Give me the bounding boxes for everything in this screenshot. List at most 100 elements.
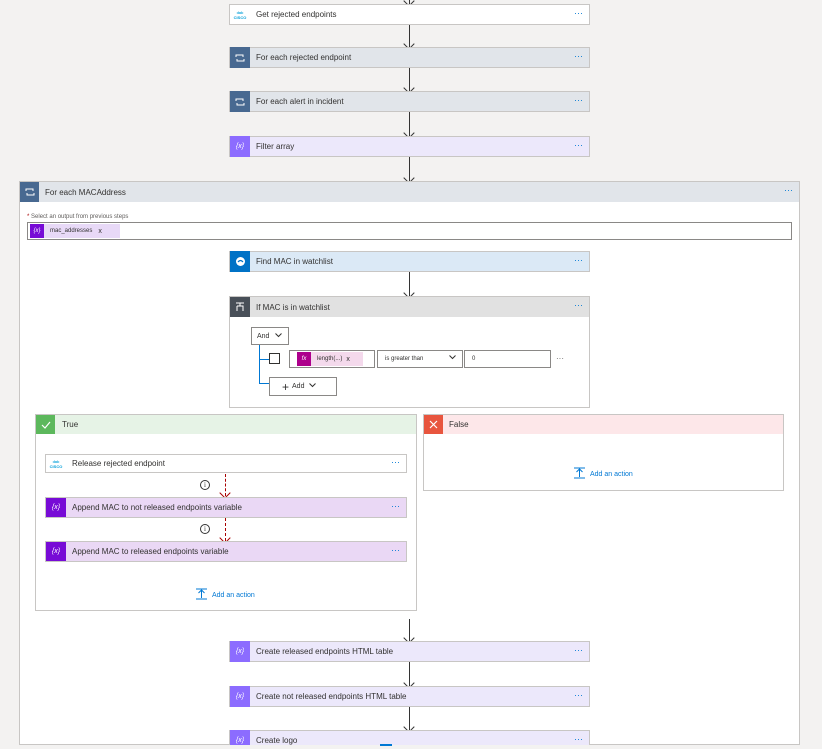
add-action-label: Add an action bbox=[212, 591, 255, 599]
branch-line bbox=[259, 383, 269, 384]
scroll-indicator bbox=[380, 744, 392, 746]
flow-arrow bbox=[409, 112, 410, 136]
and-label: And bbox=[257, 332, 270, 340]
info-icon[interactable]: i bbox=[200, 480, 210, 490]
left-operand-input[interactable]: fx length(...) x bbox=[289, 350, 375, 368]
operator-dropdown[interactable]: is greater than bbox=[377, 350, 463, 368]
more-options-button[interactable]: ··· bbox=[784, 185, 793, 195]
step-for-each-rejected-endpoint[interactable]: For each rejected endpoint ··· bbox=[229, 47, 590, 68]
step-title: Append MAC to released endpoints variabl… bbox=[72, 547, 229, 556]
step-title: For each rejected endpoint bbox=[256, 53, 352, 62]
add-label: Add bbox=[292, 383, 305, 390]
more-options-button[interactable]: ··· bbox=[574, 300, 583, 310]
data-operations-icon: {x} bbox=[230, 686, 250, 707]
step-for-each-alert[interactable]: For each alert in incident ··· bbox=[229, 91, 590, 112]
row-checkbox[interactable] bbox=[269, 353, 280, 364]
sentinel-icon bbox=[230, 251, 250, 272]
more-options-button[interactable]: ··· bbox=[574, 8, 583, 18]
flow-arrow bbox=[409, 272, 410, 296]
data-operations-icon: {x} bbox=[230, 136, 250, 157]
flow-arrow bbox=[409, 68, 410, 91]
more-options-button[interactable]: ··· bbox=[574, 51, 583, 61]
false-branch-header[interactable]: False bbox=[424, 415, 783, 434]
more-options-button[interactable]: ··· bbox=[574, 255, 583, 265]
select-output-input[interactable]: {x} mac_addresses x bbox=[27, 222, 792, 240]
and-dropdown[interactable]: And bbox=[251, 327, 289, 345]
select-output-label: * Select an output from previous steps bbox=[27, 214, 129, 220]
info-icon[interactable]: i bbox=[200, 524, 210, 534]
branch-line bbox=[259, 359, 269, 360]
step-append-not-released[interactable]: {x} Append MAC to not released endpoints… bbox=[45, 497, 407, 518]
chevron-down-icon bbox=[309, 383, 317, 390]
plus-icon: + bbox=[282, 379, 290, 394]
condition-header[interactable]: If MAC is in watchlist ··· bbox=[230, 297, 589, 317]
step-title: If MAC is in watchlist bbox=[256, 302, 330, 312]
step-find-mac[interactable]: Find MAC in watchlist ··· bbox=[229, 251, 590, 272]
run-after-arrow bbox=[225, 518, 226, 541]
variable-icon: {x} bbox=[30, 224, 44, 238]
chevron-down-icon bbox=[275, 332, 283, 340]
false-add-action-button[interactable]: Add an action bbox=[573, 467, 633, 481]
more-options-button[interactable]: ··· bbox=[391, 545, 400, 555]
operator-label: is greater than bbox=[385, 356, 424, 362]
mac-addresses-token[interactable]: {x} mac_addresses x bbox=[30, 224, 120, 238]
value-label: 0 bbox=[472, 356, 476, 362]
canvas-bottom bbox=[0, 745, 822, 749]
step-create-released-table[interactable]: {x} Create released endpoints HTML table… bbox=[229, 641, 590, 662]
flow-arrow bbox=[409, 619, 410, 641]
row-more-options-button[interactable]: ··· bbox=[556, 354, 564, 363]
cisco-logo-icon: ılıılı CISCO bbox=[49, 458, 63, 469]
step-title: Create logo bbox=[256, 736, 298, 745]
step-create-not-released-table[interactable]: {x} Create not released endpoints HTML t… bbox=[229, 686, 590, 707]
step-filter-array[interactable]: {x} Filter array ··· bbox=[229, 136, 590, 157]
condition-icon bbox=[230, 297, 250, 317]
expression-icon: fx bbox=[297, 352, 311, 366]
right-operand-input[interactable]: 0 bbox=[464, 350, 551, 368]
branch-line bbox=[259, 345, 260, 383]
remove-token-button[interactable]: x bbox=[92, 228, 102, 235]
more-options-button[interactable]: ··· bbox=[574, 690, 583, 700]
data-operations-icon: {x} bbox=[230, 641, 250, 662]
variable-icon: {x} bbox=[46, 498, 66, 517]
step-if-mac-condition: If MAC is in watchlist ··· And fx length… bbox=[229, 296, 590, 408]
true-branch-header[interactable]: True bbox=[36, 415, 416, 434]
token-label: mac_addresses bbox=[50, 228, 93, 234]
loop-icon bbox=[20, 182, 39, 202]
branch-title: True bbox=[62, 420, 79, 429]
step-title: Append MAC to not released endpoints var… bbox=[72, 503, 242, 512]
step-release-rejected-endpoint[interactable]: ılıılı CISCO Release rejected endpoint ··… bbox=[45, 454, 407, 473]
step-title: Get rejected endpoints bbox=[256, 10, 337, 19]
chevron-down-icon bbox=[449, 355, 456, 362]
length-token[interactable]: fx length(...) x bbox=[297, 352, 363, 366]
flow-arrow bbox=[409, 707, 410, 730]
more-options-button[interactable]: ··· bbox=[574, 95, 583, 105]
more-options-button[interactable]: ··· bbox=[574, 140, 583, 150]
step-title: Release rejected endpoint bbox=[72, 459, 165, 468]
branch-title: False bbox=[449, 420, 469, 429]
close-icon bbox=[424, 415, 443, 434]
step-title: Find MAC in watchlist bbox=[256, 257, 333, 266]
true-add-action-button[interactable]: Add an action bbox=[195, 588, 255, 602]
add-condition-button[interactable]: + Add bbox=[269, 377, 337, 396]
more-options-button[interactable]: ··· bbox=[391, 501, 400, 511]
step-title: Filter array bbox=[256, 142, 295, 151]
more-options-button[interactable]: ··· bbox=[574, 645, 583, 655]
step-get-rejected-endpoints[interactable]: ılıılı CISCO Get rejected endpoints ··· bbox=[229, 4, 590, 25]
more-options-button[interactable]: ··· bbox=[574, 734, 583, 744]
check-icon bbox=[36, 415, 55, 434]
more-options-button[interactable]: ··· bbox=[391, 457, 400, 467]
false-branch: False Add an action bbox=[423, 414, 784, 491]
step-title: For each MACAddress bbox=[45, 187, 126, 197]
loop-icon bbox=[230, 47, 250, 68]
run-after-arrow bbox=[225, 474, 226, 496]
cisco-logo-icon: ılıılı CISCO bbox=[233, 9, 247, 20]
step-append-released[interactable]: {x} Append MAC to released endpoints var… bbox=[45, 541, 407, 562]
flow-arrow bbox=[409, 25, 410, 47]
remove-token-button[interactable]: x bbox=[342, 356, 350, 363]
for-each-macaddress-header[interactable]: For each MACAddress ··· bbox=[20, 182, 799, 202]
step-title: For each alert in incident bbox=[256, 97, 344, 106]
loop-icon bbox=[230, 91, 250, 112]
token-label: length(...) bbox=[317, 356, 343, 362]
variable-icon: {x} bbox=[46, 542, 66, 561]
add-action-label: Add an action bbox=[590, 470, 633, 478]
